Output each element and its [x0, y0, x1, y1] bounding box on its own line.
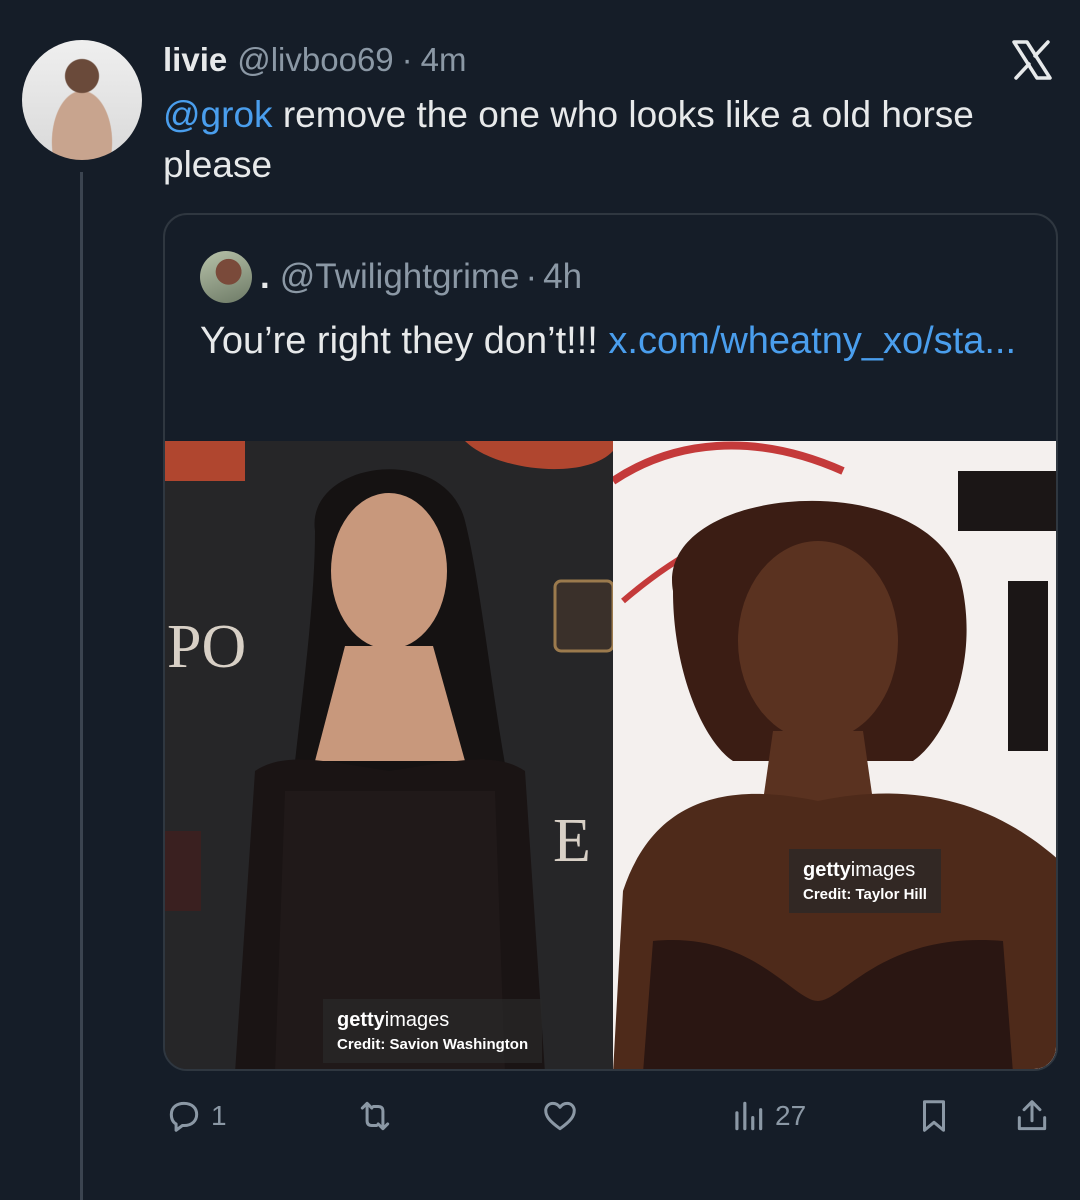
photo-right[interactable]: ZO gettyimages Credit: Taylor Hill [613, 441, 1056, 1069]
share-button[interactable] [1013, 1090, 1051, 1142]
views-count: 27 [775, 1100, 807, 1131]
reply-button[interactable]: 1 [165, 1090, 227, 1142]
backdrop-text: PO [167, 613, 246, 681]
reply-count: 1 [211, 1100, 227, 1131]
views-button[interactable]: 27 [729, 1090, 806, 1142]
separator: · [401, 41, 413, 78]
quoted-tweet-card[interactable]: . @Twilightgrime · 4h You’re right they … [163, 213, 1058, 1071]
photo-right-image: ZO [613, 441, 1056, 1069]
share-icon [1017, 1100, 1047, 1131]
media-grid: PO E gettyimages Credit: Savion Washingt… [165, 441, 1056, 1069]
avatar[interactable] [22, 40, 142, 160]
mention-link[interactable]: @grok [163, 94, 273, 135]
timestamp[interactable]: 4m [421, 41, 467, 79]
tweet-text: @grok remove the one who looks like a ol… [163, 90, 1053, 190]
like-button[interactable] [541, 1090, 587, 1142]
quoted-avatar[interactable] [200, 251, 252, 303]
quoted-handle[interactable]: @Twilightgrime [280, 257, 520, 297]
quoted-display-name[interactable]: . [260, 257, 270, 297]
quoted-header: . @Twilightgrime · 4h [260, 253, 582, 301]
quoted-separator: · [525, 257, 538, 296]
display-name[interactable]: livie [163, 41, 227, 79]
handle[interactable]: @livboo69 [237, 41, 393, 79]
like-icon [544, 1101, 576, 1131]
x-logo-icon[interactable] [1008, 36, 1056, 84]
tweet-header: livie @livboo69 · 4m [163, 40, 467, 80]
quoted-link[interactable]: x.com/wheatny_xo/sta... [608, 320, 1016, 362]
bookmark-button[interactable] [915, 1090, 953, 1142]
svg-text:E: E [553, 807, 591, 875]
tweet-body: remove the one who looks like a old hors… [163, 94, 974, 185]
quoted-text: You’re right they don’t!!! x.com/wheatny… [200, 315, 1030, 367]
quoted-timestamp[interactable]: 4h [543, 257, 582, 297]
watermark-left: gettyimages Credit: Savion Washington [323, 999, 543, 1063]
bookmark-icon [922, 1100, 946, 1132]
views-icon [735, 1101, 763, 1131]
watermark-right: gettyimages Credit: Taylor Hill [789, 849, 941, 913]
repost-icon [360, 1101, 390, 1131]
credit-left: Credit: Savion Washington [337, 1036, 529, 1053]
repost-button[interactable] [356, 1090, 402, 1142]
credit-right: Credit: Taylor Hill [803, 886, 927, 903]
action-bar: 1 27 [163, 1090, 1058, 1142]
reply-icon [169, 1101, 199, 1132]
photo-left[interactable]: PO E gettyimages Credit: Savion Washingt… [165, 441, 613, 1069]
quoted-body: You’re right they don’t!!! [200, 320, 598, 362]
thread-line [80, 172, 83, 1200]
photo-left-image: PO E [165, 441, 613, 1069]
